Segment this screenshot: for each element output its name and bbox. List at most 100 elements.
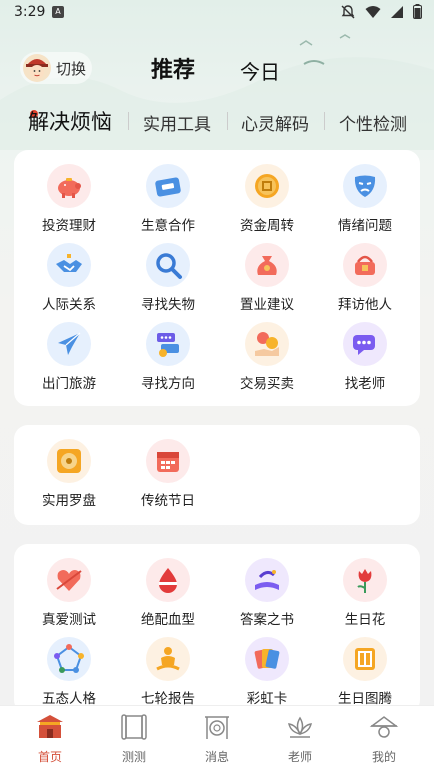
status-time: 3:29: [14, 4, 46, 20]
item-label: 实用罗盘: [42, 493, 96, 509]
magnifier-icon: [156, 253, 182, 279]
icon-bg: [245, 164, 289, 208]
grid-item-blood-type[interactable]: 绝配血型: [120, 558, 216, 630]
item-label: 答案之书: [240, 612, 294, 628]
item-label: 传统节日: [141, 493, 195, 509]
bottom-nav: 首页 测测 消息 老师 我的: [0, 705, 434, 771]
nav-test[interactable]: 测测: [91, 706, 177, 771]
grid-item-property[interactable]: 置业建议: [219, 243, 315, 315]
hat-icon: [369, 716, 399, 738]
grid-item-festival[interactable]: 传统节日: [120, 439, 216, 511]
rose-icon: [357, 569, 372, 593]
grid-item-rainbow-card[interactable]: 彩虹卡: [219, 637, 315, 709]
grid-item-teacher[interactable]: 找老师: [317, 322, 413, 394]
item-label: 五态人格: [42, 691, 96, 707]
book-icon: [255, 570, 279, 590]
nav-home[interactable]: 首页: [7, 706, 93, 771]
switch-button[interactable]: 切换: [20, 52, 92, 84]
money-bag-icon: [257, 256, 277, 275]
grid-item-love-test[interactable]: 真爱测试: [21, 558, 117, 630]
grid-item-birthday-totem[interactable]: 生日图腾: [317, 637, 413, 709]
grid-item-chakra-report[interactable]: 七轮报告: [120, 637, 216, 709]
mask-icon: [354, 175, 376, 197]
tools-card: 实用罗盘 传统节日: [14, 425, 420, 525]
status-icons: [341, 4, 422, 19]
nav-label: 测测: [121, 750, 146, 764]
divider: [128, 112, 129, 130]
grid-item-five-personality[interactable]: 五态人格: [21, 637, 117, 709]
item-label: 彩虹卡: [246, 691, 288, 707]
totem-icon: [355, 648, 375, 670]
item-label: 情绪问题: [338, 218, 392, 234]
item-label: 真爱测试: [42, 612, 96, 628]
icon-bg: [47, 243, 91, 287]
switch-label: 切换: [56, 60, 87, 78]
icon-bg: [245, 322, 289, 366]
grid-item-trade[interactable]: 交易买卖: [219, 322, 315, 394]
status-bar: 3:29 A: [0, 0, 434, 26]
grid-item-visit[interactable]: 拜访他人: [317, 243, 413, 315]
category-tab-solve[interactable]: 解决烦恼: [28, 106, 112, 136]
grid-item-investment[interactable]: 投资理财: [21, 164, 117, 236]
icon-bg: [245, 558, 289, 602]
grid-item-emotion[interactable]: 情绪问题: [317, 164, 413, 236]
network-icon: [54, 644, 84, 673]
item-label: 资金周转: [240, 218, 294, 234]
nav-label: 我的: [371, 750, 396, 764]
category-tabs: 解决烦恼 实用工具 心灵解码 个性检测: [0, 100, 434, 140]
lotus-icon: [288, 716, 312, 738]
ticket-icon: [155, 177, 181, 197]
gift-basket-icon: [355, 255, 375, 275]
avatar-icon: [23, 54, 51, 82]
icon-bg: [146, 164, 190, 208]
icon-bg: [245, 637, 289, 681]
grid-item-compass[interactable]: 实用罗盘: [21, 439, 117, 511]
nav-teacher[interactable]: 老师: [257, 706, 343, 771]
category-tab-mind[interactable]: 心灵解码: [241, 110, 309, 135]
grid-item-lost-items[interactable]: 寻找失物: [120, 243, 216, 315]
grid-item-business[interactable]: 生意合作: [120, 164, 216, 236]
nav-label: 老师: [287, 750, 312, 764]
icon-bg: [47, 164, 91, 208]
item-label: 交易买卖: [240, 376, 294, 392]
nav-messages[interactable]: 消息: [174, 706, 260, 771]
trade-hand-icon: [255, 332, 279, 356]
grid-item-answer-book[interactable]: 答案之书: [219, 558, 315, 630]
scroll-icon: [121, 714, 147, 740]
grid-item-direction[interactable]: 寻找方向: [120, 322, 216, 394]
tab-recommend[interactable]: 推荐: [151, 52, 195, 84]
icon-bg: [245, 243, 289, 287]
handshake-icon: [56, 254, 82, 272]
icon-bg: [343, 243, 387, 287]
tab-today[interactable]: 今日: [240, 56, 280, 85]
icon-bg: [343, 322, 387, 366]
item-label: 绝配血型: [141, 612, 195, 628]
icon-bg: [146, 558, 190, 602]
icon-bg: [146, 322, 190, 366]
coin-icon: [255, 174, 279, 198]
personality-card: 真爱测试 绝配血型 答案之书 生日花 五态人格 七轮报告 彩虹卡 生日图腾: [14, 544, 420, 714]
heart-arrow-icon: [56, 570, 82, 591]
grid-item-funds[interactable]: 资金周转: [219, 164, 315, 236]
icon-bg: [343, 637, 387, 681]
solve-troubles-card: 投资理财 生意合作 资金周转 情绪问题 人际关系 寻找失物 置业建议 拜访他人 …: [14, 150, 420, 406]
wifi-icon: [365, 5, 381, 18]
grid-item-relations[interactable]: 人际关系: [21, 243, 117, 315]
item-label: 寻找方向: [141, 376, 195, 392]
blood-drop-icon: [159, 568, 177, 593]
piggy-bank-icon: [58, 178, 81, 198]
nav-label: 消息: [204, 750, 229, 764]
grid-item-birthday-flower[interactable]: 生日花: [317, 558, 413, 630]
icon-bg: [47, 637, 91, 681]
battery-icon: [413, 4, 422, 19]
divider: [324, 112, 325, 130]
item-label: 找老师: [344, 376, 386, 392]
gong-icon: [205, 716, 229, 739]
meditation-icon: [156, 647, 180, 671]
category-tab-tools[interactable]: 实用工具: [143, 110, 211, 135]
category-tab-personality[interactable]: 个性检测: [339, 110, 407, 135]
grid-item-travel[interactable]: 出门旅游: [21, 322, 117, 394]
nav-me[interactable]: 我的: [341, 706, 427, 771]
item-label: 置业建议: [240, 297, 294, 313]
item-label: 生日图腾: [338, 691, 392, 707]
